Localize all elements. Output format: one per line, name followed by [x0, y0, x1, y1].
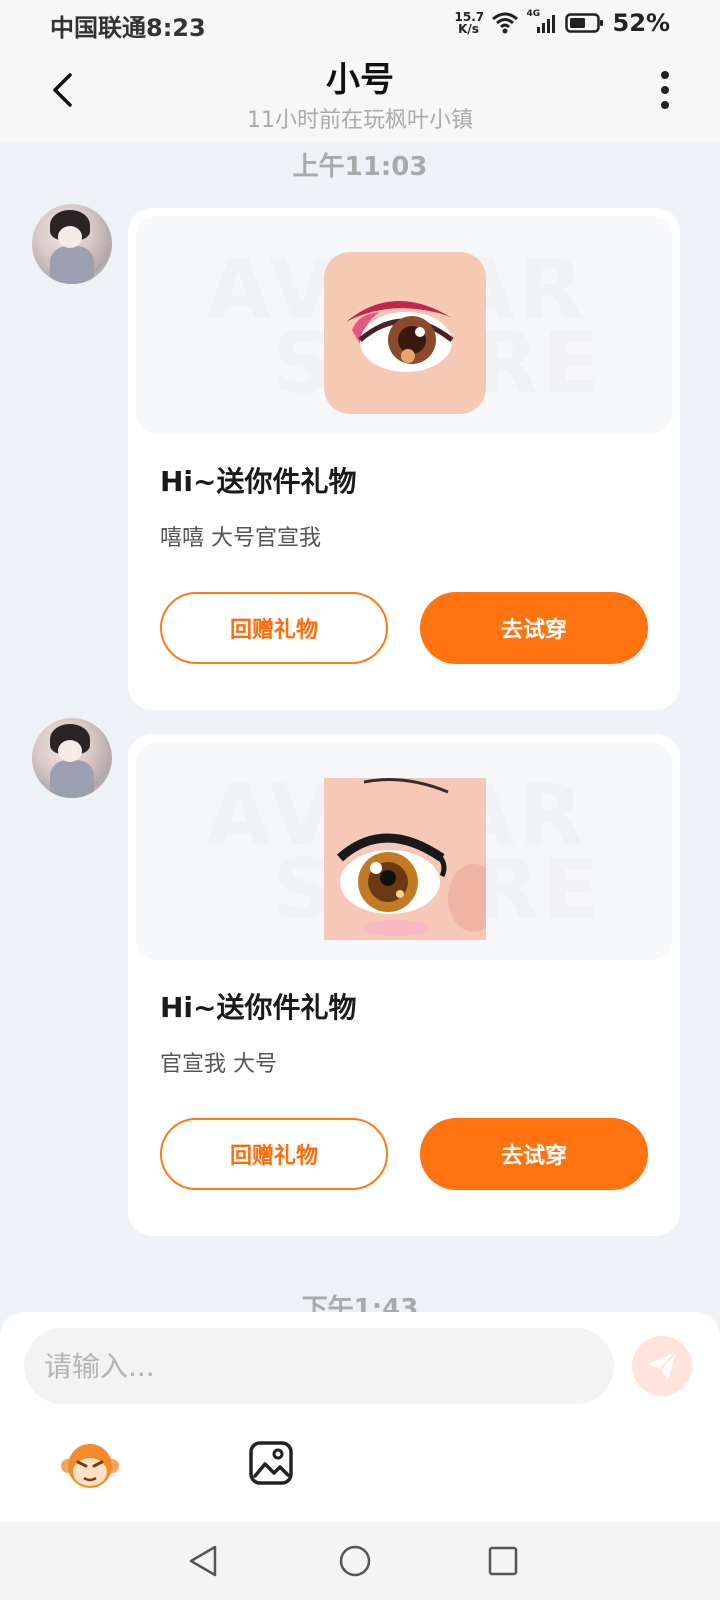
nav-recent-button[interactable] — [478, 1536, 528, 1586]
page-subtitle: 11小时前在玩枫叶小镇 — [247, 108, 473, 133]
send-icon — [648, 1351, 677, 1380]
page-title: 小号 — [326, 60, 394, 100]
gift-message: 嘻嘻 大号官宣我 — [160, 526, 321, 551]
return-gift-button[interactable]: 回赠礼物 — [160, 1118, 388, 1190]
time-separator: 上午11:03 — [292, 152, 428, 182]
try-on-button[interactable]: 去试穿 — [420, 1118, 648, 1190]
input-panel — [0, 1312, 720, 1522]
try-on-button[interactable]: 去试穿 — [420, 592, 648, 664]
send-button[interactable] — [632, 1336, 692, 1396]
gift-eye-thumbnail — [324, 778, 486, 940]
more-icon — [661, 71, 669, 79]
chat-header: 小号 11小时前在玩枫叶小镇 — [0, 46, 720, 142]
gift-title: Hi~送你件礼物 — [160, 465, 357, 498]
status-bar: 中国联通8:23 15.7 K/s 4G 52% — [0, 0, 720, 46]
gift-preview[interactable]: AVATAR STORE — [136, 742, 672, 960]
system-nav-bar — [0, 1522, 720, 1600]
gift-card: AVATAR STORE Hi~送你件礼物 官宣我 大号 — [128, 734, 680, 1236]
battery-icon — [564, 13, 603, 33]
nav-back-button[interactable] — [178, 1536, 228, 1586]
carrier-time: 中国联通8:23 — [50, 14, 206, 42]
return-gift-button[interactable]: 回赠礼物 — [160, 592, 388, 664]
nav-back-icon — [189, 1545, 217, 1577]
gift-message: 官宣我 大号 — [160, 1052, 277, 1077]
gift-title: Hi~送你件礼物 — [160, 991, 357, 1024]
message-input[interactable] — [24, 1328, 614, 1404]
image-button[interactable] — [248, 1440, 294, 1486]
nav-recent-icon — [488, 1546, 518, 1576]
gift-card: AVATAR STORE Hi~送你件礼物 嘻嘻 大号官宣我 回赠礼物 去试穿 — [128, 208, 680, 710]
net-speed: 15.7 K/s — [455, 11, 485, 36]
emoji-button[interactable] — [60, 1438, 120, 1494]
avatar[interactable] — [32, 718, 112, 798]
avatar[interactable] — [32, 204, 112, 284]
more-button[interactable] — [650, 68, 680, 112]
cell-signal-icon: 4G — [527, 9, 557, 35]
status-icons: 15.7 K/s 4G 52% — [455, 6, 670, 40]
nav-home-icon — [339, 1545, 371, 1577]
net-speed-unit: K/s — [458, 22, 479, 36]
wifi-icon — [491, 12, 518, 34]
monkey-emoji-icon — [61, 1444, 119, 1488]
gift-preview[interactable]: AVATAR STORE — [136, 216, 672, 434]
battery-percent: 52% — [612, 9, 670, 37]
gift-eye-thumbnail — [324, 252, 486, 414]
nav-home-button[interactable] — [330, 1536, 380, 1586]
image-icon — [249, 1441, 293, 1485]
